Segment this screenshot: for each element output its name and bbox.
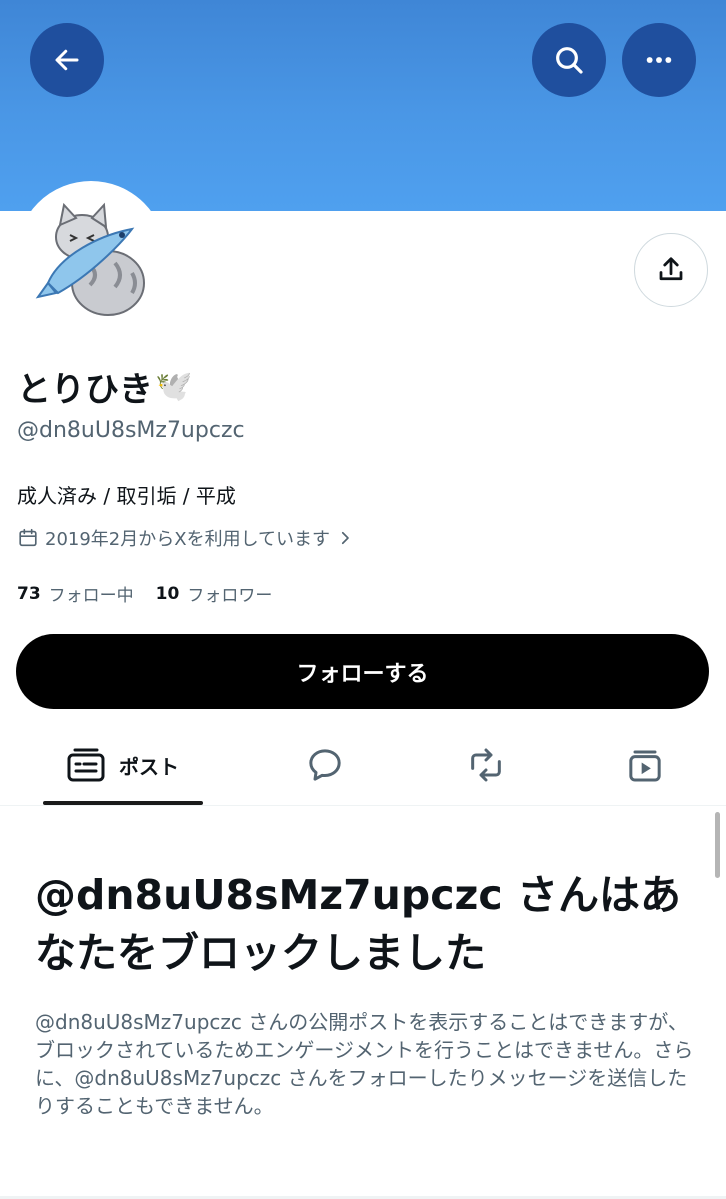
share-icon [659, 257, 683, 281]
avatar[interactable] [16, 181, 166, 331]
follow-button[interactable]: フォローする [16, 634, 709, 709]
following-count: 73 [17, 583, 41, 604]
tab-reposts[interactable] [446, 725, 526, 805]
repost-icon [471, 748, 501, 782]
display-name-text: とりひき [17, 370, 153, 410]
following-link[interactable]: 73 フォロー中 [17, 581, 134, 607]
followers-count: 10 [155, 583, 180, 604]
media-icon [629, 750, 661, 782]
following-label: フォロー中 [48, 586, 134, 606]
blocked-title: @dn8uU8sMz7upczc さんはあなたをブロックしました [35, 871, 681, 977]
tabs-divider [0, 805, 726, 806]
blocked-description: @dn8uU8sMz7upczc さんの公開ポストを表示することはできますが、ブ… [35, 1010, 694, 1118]
more-horizontal-icon [646, 57, 672, 63]
tab-posts[interactable]: ポスト [43, 725, 203, 805]
profile-tabs: ポスト [0, 725, 726, 805]
tab-posts-label: ポスト [119, 754, 179, 779]
share-button[interactable] [634, 233, 708, 307]
back-button[interactable] [30, 23, 104, 97]
user-handle: @dn8uU8sMz7upczc [17, 418, 245, 443]
chevron-right-icon [341, 531, 349, 545]
joined-text: 2019年2月からXを利用しています [45, 529, 331, 550]
posts-icon [67, 748, 105, 782]
tab-replies[interactable] [285, 725, 365, 805]
dove-emoji: 🕊️ [155, 369, 193, 404]
more-button[interactable] [622, 23, 696, 97]
tab-media[interactable] [605, 725, 685, 805]
arrow-left-icon [55, 49, 79, 71]
followers-link[interactable]: 10 フォロワー [155, 581, 273, 607]
cat-avatar-icon [20, 185, 162, 327]
followers-label: フォロワー [187, 586, 273, 606]
scrollbar[interactable] [715, 812, 720, 878]
reply-icon [309, 749, 341, 781]
profile-banner [0, 0, 726, 211]
search-button[interactable] [532, 23, 606, 97]
bio: 成人済み / 取引垢 / 平成 [17, 484, 236, 508]
follow-stats: 73 フォロー中 10 フォロワー [17, 581, 273, 607]
display-name: とりひき 🕊️ [17, 362, 192, 411]
search-icon [556, 47, 583, 74]
joined-date-link[interactable]: 2019年2月からXを利用しています [17, 525, 354, 551]
calendar-icon [19, 528, 37, 547]
